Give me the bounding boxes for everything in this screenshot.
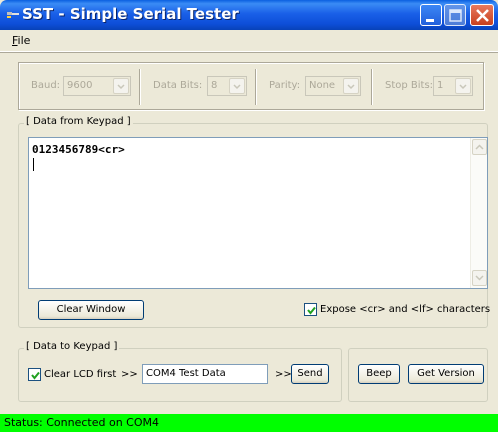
window-title: SST - Simple Serial Tester <box>22 5 239 23</box>
separator <box>255 69 257 105</box>
maximize-button[interactable] <box>444 4 466 26</box>
send-button[interactable]: Send <box>291 364 329 384</box>
app-icon <box>7 12 19 18</box>
send-data-input[interactable]: COM4 Test Data <box>142 364 268 384</box>
expose-label: Expose <cr> and <lf> characters <box>320 304 491 315</box>
title-bar[interactable]: SST - Simple Serial Tester <box>0 0 498 30</box>
minimize-icon <box>426 19 434 22</box>
data-to-keypad-title: [ Data to Keypad ] <box>24 341 120 352</box>
serial-settings-frame: Baud: 9600 Data Bits: 8 Parity: None Sto… <box>18 62 484 110</box>
scroll-down-button[interactable] <box>472 270 487 286</box>
clear-lcd-label: Clear LCD first <box>44 369 117 380</box>
arrow-separator: >> <box>275 369 292 380</box>
close-button[interactable] <box>470 4 494 26</box>
status-bar: Status: Connected on COM4 <box>0 414 498 432</box>
received-data-text: 0123456789<cr> <box>32 143 125 156</box>
baud-value: 9600 <box>67 80 93 91</box>
data-from-keypad-title: [ Data from Keypad ] <box>24 116 133 127</box>
scroll-up-button[interactable] <box>472 139 487 155</box>
maximize-icon <box>449 9 462 22</box>
minimize-button[interactable] <box>420 4 442 26</box>
chevron-down-icon <box>347 84 355 90</box>
close-icon <box>476 9 489 22</box>
clear-lcd-checkbox[interactable] <box>28 368 41 381</box>
separator <box>371 69 373 105</box>
expose-checkbox[interactable] <box>304 303 317 316</box>
arrow-separator: >> <box>121 369 138 380</box>
parity-select[interactable]: None <box>305 76 361 96</box>
baud-label: Baud: <box>31 80 61 91</box>
databits-value: 8 <box>211 80 218 91</box>
text-caret <box>33 158 34 171</box>
stopbits-dropdown-button[interactable] <box>455 78 471 94</box>
checkmark-icon <box>307 306 316 315</box>
clear-window-button[interactable]: Clear Window <box>38 300 144 320</box>
checkmark-icon <box>31 371 40 380</box>
databits-dropdown-button[interactable] <box>229 78 245 94</box>
chevron-down-icon <box>475 275 484 281</box>
vertical-scrollbar[interactable] <box>470 138 487 288</box>
menu-bar: File <box>0 30 498 52</box>
chevron-up-icon <box>475 144 484 150</box>
stopbits-value: 1 <box>437 80 444 91</box>
menu-file[interactable]: File <box>12 34 30 47</box>
received-data-textarea[interactable]: 0123456789<cr> <box>28 137 488 289</box>
stopbits-label: Stop Bits: <box>385 80 434 91</box>
baud-dropdown-button[interactable] <box>113 78 129 94</box>
menu-file-rest: ile <box>17 34 31 47</box>
parity-value: None <box>309 80 336 91</box>
baud-select[interactable]: 9600 <box>63 76 131 96</box>
databits-label: Data Bits: <box>153 80 203 91</box>
parity-dropdown-button[interactable] <box>343 78 359 94</box>
chevron-down-icon <box>233 84 241 90</box>
beep-button[interactable]: Beep <box>358 364 400 384</box>
chevron-down-icon <box>117 84 125 90</box>
chevron-down-icon <box>459 84 467 90</box>
get-version-button[interactable]: Get Version <box>408 364 484 384</box>
parity-label: Parity: <box>269 80 301 91</box>
stopbits-select[interactable]: 1 <box>433 76 473 96</box>
send-data-value: COM4 Test Data <box>146 368 226 379</box>
databits-select[interactable]: 8 <box>207 76 247 96</box>
separator <box>139 69 141 105</box>
